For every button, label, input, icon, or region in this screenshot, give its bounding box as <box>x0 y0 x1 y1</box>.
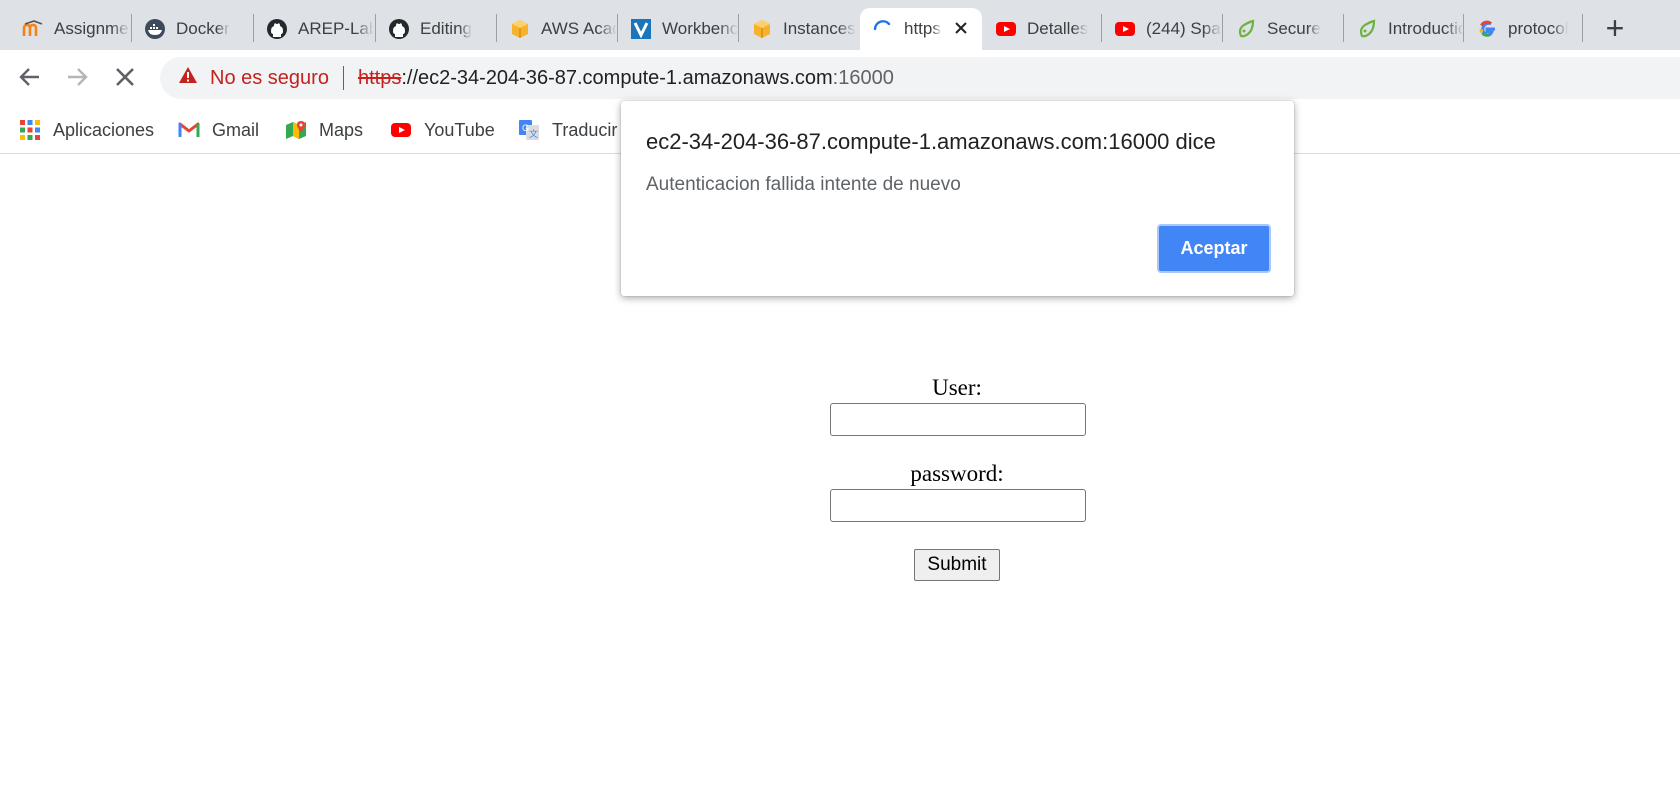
tab-secure[interactable]: Secure <box>1223 8 1343 50</box>
security-warning[interactable]: No es seguro <box>210 67 329 90</box>
warning-triangle-icon <box>178 65 198 91</box>
tab-title: Introduction <box>1388 19 1464 38</box>
tab-detalles[interactable]: Detalles <box>983 8 1101 50</box>
stop-loading-button[interactable] <box>108 62 142 96</box>
bookmark-apps[interactable]: Aplicaciones <box>19 116 154 144</box>
user-label: User: <box>932 375 982 400</box>
dialog-message: Autenticacion fallida intente de nuevo <box>646 174 961 195</box>
password-input[interactable] <box>830 489 1086 522</box>
password-label: password: <box>910 461 1004 486</box>
tab-editing[interactable]: Editing <box>376 8 496 50</box>
address-bar[interactable]: No es seguro https://ec2-34-204-36-87.co… <box>160 57 1680 99</box>
bookmark-label: Traducir <box>552 119 618 140</box>
svg-text:文: 文 <box>529 128 538 139</box>
docker-icon <box>144 18 166 40</box>
tab-title: Detalles <box>1027 19 1089 38</box>
omnibox-divider <box>342 66 344 90</box>
tab-introduction[interactable]: Introduction <box>1344 8 1464 50</box>
svg-text:G: G <box>522 123 529 133</box>
new-tab-button[interactable]: + <box>1597 10 1633 46</box>
loading-spinner-icon <box>872 18 894 40</box>
bookmark-label: Gmail <box>212 119 260 140</box>
gmail-icon <box>178 119 200 141</box>
forward-button[interactable] <box>60 62 94 96</box>
youtube-icon <box>1114 18 1136 40</box>
tab-title: (244) Spark <box>1146 19 1222 38</box>
tab-aws-academy[interactable]: AWS Academy <box>497 8 617 50</box>
url-host: ec2-34-204-36-87.compute-1.amazonaws.com <box>418 66 833 89</box>
tab-arep-lab[interactable]: AREP-Lab <box>254 8 374 50</box>
tab-workbench[interactable]: Workbench <box>618 8 738 50</box>
dialog-title: ec2-34-204-36-87.compute-1.amazonaws.com… <box>646 129 1216 154</box>
youtube-icon <box>390 119 412 141</box>
youtube-icon <box>995 18 1017 40</box>
url-separator: :// <box>401 66 418 89</box>
spring-icon <box>1235 18 1257 40</box>
back-button[interactable] <box>13 62 47 96</box>
bookmark-youtube[interactable]: YouTube <box>390 116 495 144</box>
bookmark-translate[interactable]: G文 Traducir <box>518 116 617 144</box>
tab-title: protocol <box>1508 19 1569 38</box>
tab-title: Secure <box>1267 19 1321 38</box>
tab-title: AWS Academy <box>541 19 617 38</box>
translate-icon: G文 <box>518 119 540 141</box>
google-icon <box>1476 18 1498 40</box>
tab-assignment[interactable]: Assignment <box>10 8 130 50</box>
moodle-icon <box>22 18 44 40</box>
vocareum-icon <box>630 18 652 40</box>
browser-toolbar: No es seguro https://ec2-34-204-36-87.co… <box>0 50 1680 106</box>
plus-icon: + <box>1605 10 1625 46</box>
aws-icon <box>751 18 773 40</box>
tab-instances[interactable]: Instances <box>739 8 859 50</box>
submit-button[interactable]: Submit <box>914 549 1000 581</box>
close-tab-icon[interactable] <box>950 17 972 39</box>
spring-icon <box>1356 18 1378 40</box>
maps-icon <box>285 119 307 141</box>
tab-separator <box>1582 14 1583 42</box>
close-icon <box>114 66 136 93</box>
bookmark-label: Aplicaciones <box>53 119 155 140</box>
tab-title: Editing <box>420 19 472 38</box>
tab-title: https://ec2-34-204-36-87 <box>904 19 942 38</box>
url-port: :16000 <box>832 66 894 89</box>
tab-title: Assignment <box>54 19 130 38</box>
tab-title: Docker <box>176 19 230 38</box>
alert-dialog: ec2-34-204-36-87.compute-1.amazonaws.com… <box>621 101 1294 296</box>
bookmark-label: YouTube <box>424 119 495 140</box>
accept-button[interactable]: Aceptar <box>1157 224 1271 273</box>
github-icon <box>388 18 410 40</box>
tab-title: Workbench <box>662 19 738 38</box>
tab-title: AREP-Lab <box>298 19 374 38</box>
tab-protocol[interactable]: protocol <box>1464 8 1584 50</box>
bookmark-label: Maps <box>319 119 364 140</box>
user-input[interactable] <box>830 403 1086 436</box>
apps-grid-icon <box>19 119 41 141</box>
url-scheme: https <box>357 66 402 89</box>
tab-spark[interactable]: (244) Spark <box>1102 8 1222 50</box>
arrow-left-icon <box>18 65 42 94</box>
aws-icon <box>509 18 531 40</box>
tab-active-page[interactable]: https://ec2-34-204-36-87 <box>860 8 982 50</box>
tab-strip: Assignment Docker AREP-Lab Editing AWS A… <box>0 0 1680 50</box>
arrow-right-icon <box>65 65 89 94</box>
bookmark-maps[interactable]: Maps <box>285 116 363 144</box>
github-icon <box>266 18 288 40</box>
bookmark-gmail[interactable]: Gmail <box>178 116 259 144</box>
tab-title: Instances <box>783 19 856 38</box>
tab-docker[interactable]: Docker <box>132 8 252 50</box>
